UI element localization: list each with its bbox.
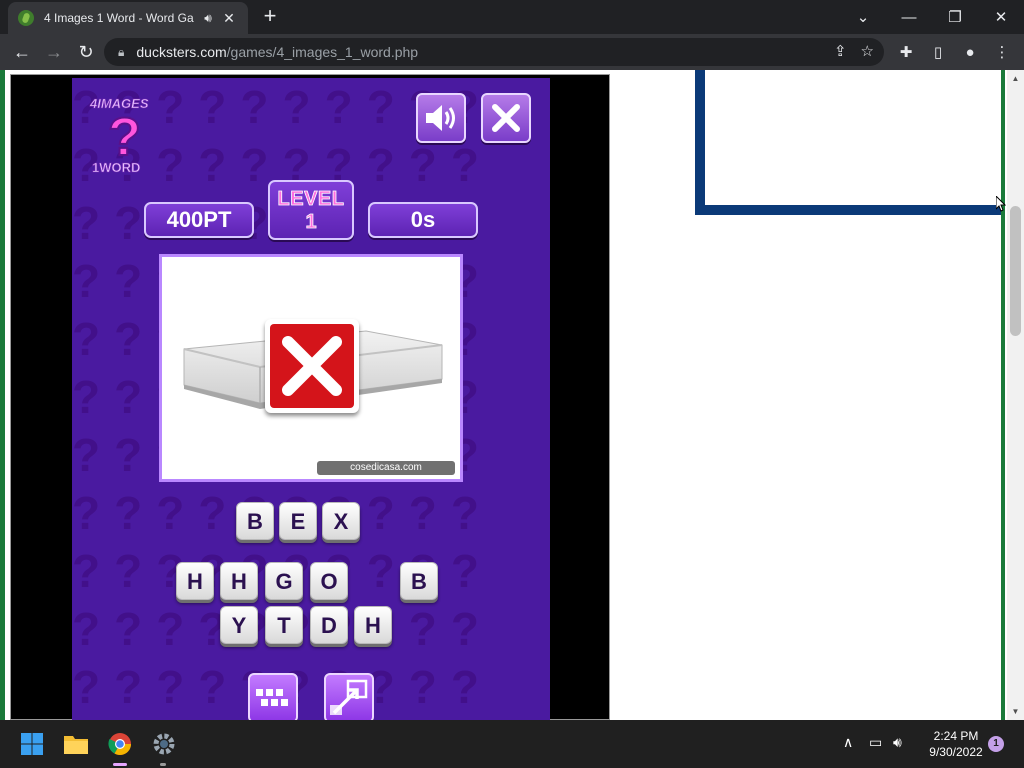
reload-button[interactable]: ↻ bbox=[70, 36, 102, 68]
scrollbar-thumb[interactable] bbox=[1010, 206, 1021, 336]
system-clock[interactable]: 2:24 PM 9/30/2022 bbox=[916, 728, 996, 760]
chrome-taskbar-button[interactable] bbox=[104, 728, 136, 760]
windows-start-button[interactable] bbox=[16, 728, 48, 760]
browser-tab[interactable]: 4 Images 1 Word - Word Ga 🔊︎ ✕ bbox=[8, 2, 248, 34]
url-path: /games/4_images_1_word.php bbox=[226, 44, 419, 60]
clock-time: 2:24 PM bbox=[933, 729, 979, 743]
forward-button[interactable]: → bbox=[38, 36, 70, 68]
solve-icon bbox=[330, 679, 368, 715]
letter-tile[interactable]: Y bbox=[220, 606, 258, 644]
minimize-button[interactable]: — bbox=[886, 0, 932, 34]
chevron-up-icon[interactable]: ∧ bbox=[843, 734, 853, 751]
url-domain: ducksters.com bbox=[136, 44, 227, 60]
tab-search-icon[interactable]: ⌄ bbox=[840, 0, 886, 34]
windows-start-icon bbox=[21, 733, 43, 755]
back-button[interactable]: ← bbox=[6, 36, 38, 68]
letter-tile[interactable]: G bbox=[265, 562, 303, 600]
sound-button[interactable] bbox=[416, 93, 466, 143]
file-explorer-icon bbox=[64, 736, 88, 754]
timer-display: 0s bbox=[368, 202, 478, 238]
close-game-button[interactable] bbox=[481, 93, 531, 143]
tab-title: 4 Images 1 Word - Word Ga bbox=[44, 11, 194, 25]
lock-icon[interactable]: 🔒︎ bbox=[118, 45, 124, 60]
letter-tile[interactable]: D bbox=[310, 606, 348, 644]
restore-button[interactable]: ❐ bbox=[932, 0, 978, 34]
level-number: 1 bbox=[305, 211, 317, 234]
open-app-indicator bbox=[160, 763, 166, 766]
tab-audio-icon[interactable]: 🔊︎ bbox=[200, 11, 216, 26]
chrome-icon bbox=[108, 733, 131, 755]
answer-tile[interactable]: X bbox=[322, 502, 360, 540]
letter-tile[interactable]: T bbox=[265, 606, 303, 644]
sidepanel-icon[interactable]: ▯ bbox=[922, 36, 954, 68]
wrong-answer-mark bbox=[265, 319, 359, 413]
page-border-left bbox=[0, 70, 5, 720]
level-display: LEVEL 1 bbox=[268, 180, 354, 240]
letter-tile[interactable]: H bbox=[354, 606, 392, 644]
image-credit: cosedicasa.com bbox=[317, 461, 455, 475]
extensions-icon[interactable]: ✚ bbox=[890, 36, 922, 68]
new-tab-button[interactable]: + bbox=[258, 5, 282, 29]
tab-close-icon[interactable]: ✕ bbox=[220, 10, 238, 27]
close-game-icon bbox=[492, 104, 520, 132]
letter-tile[interactable]: H bbox=[176, 562, 214, 600]
volume-icon[interactable]: 🔊︎ bbox=[893, 734, 902, 751]
clock-date: 9/30/2022 bbox=[929, 745, 983, 759]
page-scrollbar[interactable]: ▲ ▼ bbox=[1007, 70, 1024, 720]
file-explorer-button[interactable] bbox=[60, 728, 92, 760]
menu-icon[interactable]: ⋮ bbox=[986, 36, 1018, 68]
close-window-button[interactable]: ✕ bbox=[978, 0, 1024, 34]
settings-taskbar-button[interactable] bbox=[148, 728, 180, 760]
game-logo: 4IMAGES ? 1WORD bbox=[88, 94, 168, 180]
logo-question-icon: ? bbox=[107, 106, 142, 168]
letter-tile[interactable]: O bbox=[310, 562, 348, 600]
letter-tile[interactable]: H bbox=[220, 562, 258, 600]
page-border-right bbox=[1001, 70, 1005, 720]
browser-toolbar: ← → ↻ 🔒︎ ducksters.com/games/4_images_1_… bbox=[0, 34, 1024, 70]
active-app-indicator bbox=[113, 763, 127, 766]
ad-frame bbox=[695, 70, 1001, 215]
profile-icon[interactable]: ● bbox=[954, 36, 986, 68]
address-bar[interactable]: 🔒︎ ducksters.com/games/4_images_1_word.p… bbox=[104, 38, 884, 66]
level-label: LEVEL bbox=[277, 188, 345, 211]
letter-tile[interactable]: B bbox=[400, 562, 438, 600]
share-icon[interactable]: ⇪ bbox=[834, 42, 847, 60]
reveal-letters-icon bbox=[256, 689, 288, 706]
answer-tile[interactable]: E bbox=[279, 502, 317, 540]
solve-button[interactable] bbox=[324, 673, 374, 720]
network-icon[interactable]: ▭ bbox=[869, 734, 882, 751]
tab-strip: 4 Images 1 Word - Word Ga 🔊︎ ✕ + ⌄ — ❐ ✕ bbox=[0, 0, 1024, 34]
taskbar: ∧ ▭ 🔊︎ 2:24 PM 9/30/2022 1 bbox=[0, 720, 1024, 768]
answer-tile[interactable]: B bbox=[236, 502, 274, 540]
star-icon[interactable]: ☆ bbox=[861, 42, 874, 60]
settings-icon bbox=[153, 733, 175, 755]
game-canvas[interactable]: ?????????? ?????????? ?????????? ???????… bbox=[72, 78, 550, 720]
mouse-cursor-icon bbox=[996, 196, 1006, 212]
notification-badge[interactable]: 1 bbox=[988, 736, 1004, 752]
scroll-up-icon[interactable]: ▲ bbox=[1007, 70, 1024, 87]
site-favicon-icon bbox=[18, 10, 34, 26]
scroll-down-icon[interactable]: ▼ bbox=[1007, 703, 1024, 720]
clue-image[interactable]: cosedicasa.com bbox=[159, 254, 463, 482]
reveal-letters-button[interactable] bbox=[248, 673, 298, 720]
speaker-icon bbox=[426, 105, 455, 131]
logo-line2: 1WORD bbox=[92, 160, 141, 176]
x-mark-icon bbox=[282, 336, 342, 396]
score-display: 400PT bbox=[144, 202, 254, 238]
